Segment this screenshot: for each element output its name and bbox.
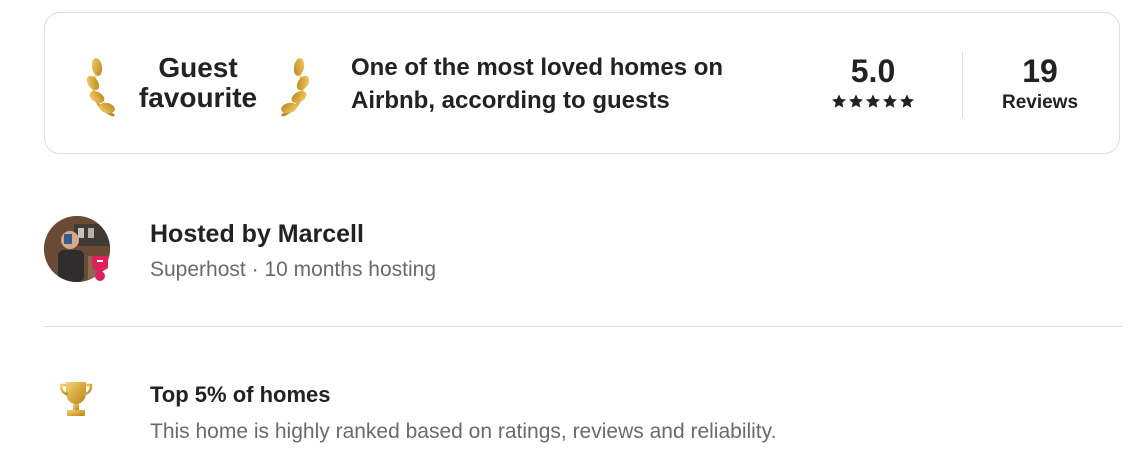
host-section: Hosted by Marcell Superhost · 10 months … [44, 216, 1120, 286]
star-icon [866, 94, 880, 108]
guest-favourite-badge: Guest favourite [87, 51, 309, 121]
reviews-count: 19 [1022, 53, 1058, 89]
laurel-right-icon [281, 58, 309, 117]
host-name: Hosted by Marcell [150, 220, 364, 248]
star-icon [883, 94, 897, 108]
superhost-badge-icon [92, 256, 108, 281]
trophy-icon [59, 382, 93, 416]
badge-text: Guest favourite [117, 53, 279, 113]
star-rating [823, 93, 923, 109]
badge-line-2: favourite [138, 82, 258, 113]
star-icon [900, 94, 914, 108]
highlight-description: This home is highly ranked based on rati… [150, 420, 777, 443]
rating-divider [962, 52, 963, 118]
reviews-label: Reviews [1001, 92, 1079, 113]
highlight-title: Top 5% of homes [150, 382, 331, 407]
guest-favourite-card[interactable]: Guest favourite One of the most loved ho… [44, 12, 1120, 154]
highlight-top-homes: Top 5% of homes This home is highly rank… [44, 374, 1120, 454]
reviews-link[interactable]: 19 Reviews [995, 51, 1085, 115]
star-icon [832, 94, 846, 108]
host-subtitle: Superhost · 10 months hosting [150, 258, 437, 281]
badge-line-1: Guest [158, 52, 238, 83]
star-icon [849, 94, 863, 108]
rating-block: 5.0 [823, 51, 923, 109]
section-divider [44, 326, 1122, 327]
rating-value: 5.0 [850, 53, 896, 89]
guest-favourite-tagline: One of the most loved homes on Airbnb, a… [351, 54, 724, 114]
host-avatar-link[interactable] [44, 216, 112, 284]
